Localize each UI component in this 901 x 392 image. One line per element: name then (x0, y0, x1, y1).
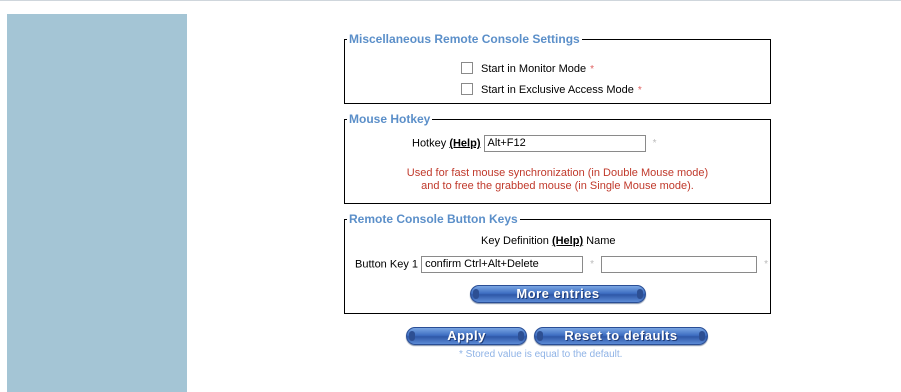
button-key-row: Button Key 1 confirm Ctrl+Alt+Delete * * (355, 256, 768, 273)
name-required-mark: * (764, 259, 769, 271)
button-key-name-input[interactable] (601, 256, 758, 273)
misc-settings-legend: Miscellaneous Remote Console Settings (349, 32, 580, 46)
sidebar-panel (7, 14, 187, 392)
exclusive-access-required-mark: * (637, 85, 642, 96)
more-entries-button[interactable]: More entries (470, 285, 646, 303)
hotkey-help-link[interactable]: (Help) (449, 137, 480, 149)
name-header: Name (586, 235, 616, 247)
mouse-note-line1: Used for fast mouse synchronization (in … (406, 167, 709, 179)
top-divider (0, 0, 901, 1)
mouse-hotkey-legend: Mouse Hotkey (349, 112, 431, 126)
monitor-mode-label: Start in Monitor Mode (481, 63, 587, 75)
hotkey-required-mark: * (652, 138, 657, 150)
button-keys-legend: Remote Console Button Keys (349, 212, 518, 226)
hotkey-input[interactable]: Alt+F12 (483, 135, 646, 152)
button-keys-header: Key Definition (Help) Name (481, 235, 616, 247)
monitor-mode-row: Start in Monitor Mode * (461, 62, 594, 75)
hotkey-label: Hotkey (412, 137, 447, 150)
key-definition-header: Key Definition (481, 235, 549, 247)
button-key-definition-input[interactable]: confirm Ctrl+Alt+Delete (421, 256, 584, 273)
monitor-mode-checkbox[interactable] (461, 62, 473, 74)
button-key-label: Button Key 1 (355, 258, 418, 271)
mouse-note-line2: and to free the grabbed mouse (in Single… (421, 180, 694, 192)
key-definition-required-mark: * (590, 259, 595, 271)
apply-button[interactable]: Apply (406, 327, 527, 345)
key-definition-help-link[interactable]: (Help) (552, 235, 583, 247)
hotkey-row: Hotkey (Help) Alt+F12 * (412, 135, 657, 152)
reset-defaults-button[interactable]: Reset to defaults (534, 327, 708, 345)
exclusive-access-label: Start in Exclusive Access Mode (481, 84, 634, 96)
stored-value-note: * Stored value is equal to the default. (459, 349, 623, 360)
exclusive-access-row: Start in Exclusive Access Mode * (461, 83, 642, 96)
exclusive-access-checkbox[interactable] (461, 83, 473, 95)
mouse-hotkey-note: Used for fast mouse synchronization (in … (344, 167, 771, 193)
monitor-mode-required-mark: * (590, 64, 595, 75)
